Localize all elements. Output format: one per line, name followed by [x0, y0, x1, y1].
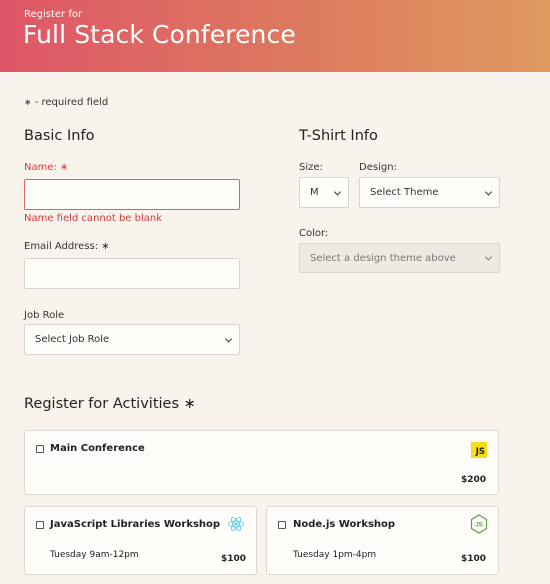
activity-price: $100: [460, 554, 486, 564]
design-selected: Select Theme: [370, 187, 439, 198]
page-header: Register for Full Stack Conference: [0, 0, 550, 72]
chevron-down-icon: [333, 187, 342, 196]
activity-name: Main Conference: [50, 443, 145, 454]
required-field-note: ∗ - required field: [24, 97, 108, 108]
email-label: Email Address: ∗: [24, 241, 110, 252]
size-select[interactable]: M: [299, 177, 349, 208]
required-star: ∗: [24, 98, 32, 108]
activity-checkbox[interactable]: [278, 521, 286, 529]
name-error-message: Name field cannot be blank: [24, 213, 163, 224]
design-select[interactable]: Select Theme: [359, 177, 500, 208]
color-selected: Select a design theme above: [310, 252, 456, 264]
job-role-select[interactable]: Select Job Role: [24, 324, 240, 355]
size-label: Size:: [299, 162, 323, 173]
name-label: Name: ∗: [24, 162, 69, 173]
activities-heading: Register for Activities ∗: [24, 396, 196, 412]
job-role-selected: Select Job Role: [35, 334, 110, 345]
name-input[interactable]: [24, 179, 240, 210]
activity-price: $100: [220, 554, 246, 564]
email-input[interactable]: [24, 258, 240, 289]
activity-price: $200: [460, 475, 486, 485]
basic-info-heading: Basic Info: [24, 128, 95, 144]
job-role-label: Job Role: [24, 310, 65, 321]
design-label: Design:: [359, 162, 397, 173]
activity-js-libraries-workshop[interactable]: JavaScript Libraries Workshop Tuesday 9a…: [24, 506, 257, 575]
react-icon: [228, 516, 244, 532]
activity-name: JavaScript Libraries Workshop: [50, 519, 221, 530]
activity-time: Tuesday 1pm-4pm: [293, 550, 377, 560]
activity-main-conference[interactable]: Main Conference JS $200: [24, 430, 499, 495]
chevron-down-icon: [224, 334, 233, 343]
required-note-text: - required field: [31, 97, 109, 108]
chevron-down-icon: [484, 253, 493, 261]
color-label: Color:: [299, 228, 329, 239]
page-title: Full Stack Conference: [23, 20, 296, 49]
nodejs-icon: JS: [470, 514, 488, 534]
js-icon: JS: [471, 442, 487, 458]
header-pretitle: Register for: [24, 9, 83, 20]
activity-checkbox[interactable]: [36, 521, 44, 529]
activity-nodejs-workshop[interactable]: Node.js Workshop JS Tuesday 1pm-4pm $100: [266, 506, 499, 575]
tshirt-info-heading: T-Shirt Info: [299, 128, 378, 144]
chevron-down-icon: [484, 187, 493, 196]
activity-time: Tuesday 9am-12pm: [50, 550, 139, 560]
svg-text:JS: JS: [475, 523, 482, 529]
activity-name: Node.js Workshop: [293, 519, 396, 530]
color-select: Select a design theme above: [299, 243, 500, 273]
activity-checkbox[interactable]: [36, 445, 44, 453]
size-selected: M: [310, 187, 319, 198]
